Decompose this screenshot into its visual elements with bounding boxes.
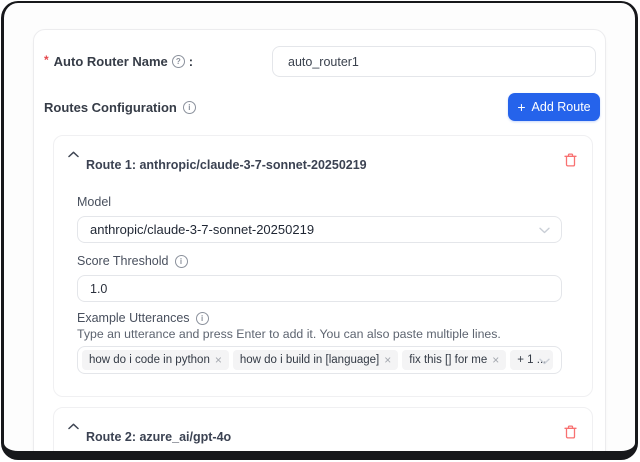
delete-route-2-button[interactable]: [562, 424, 578, 440]
collapse-arrow-icon[interactable]: [68, 151, 79, 158]
example-utterances-label-text: Example Utterances: [77, 311, 190, 325]
example-utterances-label: Example Utterances i: [77, 310, 209, 326]
route-1-header[interactable]: Route 1: anthropic/claude-3-7-sonnet-202…: [54, 136, 592, 182]
score-threshold-label: Score Threshold i: [77, 253, 188, 269]
route-1-title: Route 1: anthropic/claude-3-7-sonnet-202…: [86, 158, 367, 172]
screenshot-canvas: * Auto Router Name ? : Routes Configurat…: [0, 0, 640, 462]
trash-icon: [564, 425, 577, 439]
utterance-tag: how do i build in [language] ×: [233, 350, 398, 370]
info-icon-glyph: i: [188, 103, 190, 112]
utterance-tag-text: how do i code in python: [89, 354, 210, 366]
route-2-title: Route 2: azure_ai/gpt-4o: [86, 430, 231, 444]
info-icon[interactable]: i: [183, 101, 196, 114]
routes-configuration-label-text: Routes Configuration: [44, 100, 177, 115]
delete-route-1-button[interactable]: [562, 152, 578, 168]
window-frame: * Auto Router Name ? : Routes Configurat…: [1, 1, 638, 460]
auto-router-name-input[interactable]: [272, 46, 596, 77]
route-2-panel: Route 2: azure_ai/gpt-4o: [53, 407, 593, 460]
add-route-button[interactable]: + Add Route: [508, 93, 600, 121]
help-icon-glyph: ?: [176, 57, 181, 66]
required-asterisk: *: [44, 53, 49, 67]
model-select[interactable]: anthropic/claude-3-7-sonnet-20250219: [77, 216, 562, 243]
score-threshold-label-text: Score Threshold: [77, 254, 169, 268]
help-icon[interactable]: ?: [172, 55, 185, 68]
utterances-hint-text: Type an utterance and press Enter to add…: [77, 327, 501, 341]
route-1-panel: Route 1: anthropic/claude-3-7-sonnet-202…: [53, 135, 593, 397]
utterance-tag: how do i code in python ×: [82, 350, 229, 370]
info-icon[interactable]: i: [175, 255, 188, 268]
auto-router-name-label: * Auto Router Name ? :: [44, 46, 193, 77]
trash-icon: [564, 153, 577, 167]
route-2-header[interactable]: Route 2: azure_ai/gpt-4o: [54, 408, 592, 454]
remove-tag-icon[interactable]: ×: [215, 354, 222, 366]
collapse-arrow-icon[interactable]: [68, 423, 79, 430]
utterance-tag: fix this [] for me ×: [402, 350, 506, 370]
plus-icon: +: [517, 100, 525, 114]
utterance-tag-text: fix this [] for me: [409, 354, 487, 366]
model-select-value: anthropic/claude-3-7-sonnet-20250219: [90, 222, 314, 237]
chevron-down-icon: [539, 358, 550, 365]
add-route-button-label: Add Route: [532, 100, 591, 114]
model-label: Model: [77, 194, 111, 210]
remove-tag-icon[interactable]: ×: [492, 354, 499, 366]
utterances-tag-input[interactable]: how do i code in python × how do i build…: [77, 346, 562, 374]
info-icon-glyph: i: [180, 257, 182, 266]
routes-configuration-label: Routes Configuration i: [44, 93, 196, 121]
score-threshold-input[interactable]: [77, 275, 562, 302]
auto-router-form-card: * Auto Router Name ? : Routes Configurat…: [33, 29, 606, 460]
utterance-tag-text: how do i build in [language]: [240, 354, 379, 366]
info-icon-glyph: i: [201, 314, 203, 323]
label-colon: :: [189, 54, 193, 69]
chevron-down-icon: [539, 227, 550, 234]
remove-tag-icon[interactable]: ×: [384, 354, 391, 366]
info-icon[interactable]: i: [196, 312, 209, 325]
model-label-text: Model: [77, 195, 111, 209]
auto-router-name-label-text: Auto Router Name: [54, 54, 168, 69]
